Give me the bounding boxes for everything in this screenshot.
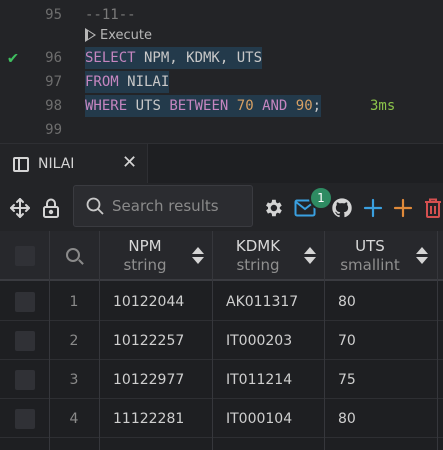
cell-npm[interactable]: 11122281 bbox=[113, 400, 184, 438]
line-number: 98 bbox=[45, 98, 62, 114]
code-token: 90 bbox=[295, 98, 313, 114]
column-divider bbox=[212, 231, 213, 450]
lock-icon[interactable] bbox=[40, 197, 62, 219]
cell-kdmk[interactable]: IT011214 bbox=[226, 361, 292, 399]
code-text: SELECT NPM, KDMK, UTS bbox=[85, 47, 263, 69]
add-row-icon[interactable] bbox=[362, 197, 384, 219]
add-column-icon[interactable] bbox=[392, 197, 414, 219]
column-header-npm[interactable]: NPM string bbox=[100, 231, 190, 281]
execute-codelens[interactable]: Execute bbox=[85, 26, 152, 44]
sort-icon[interactable] bbox=[191, 246, 205, 266]
column-name: KDMK bbox=[235, 237, 281, 255]
code-token: ; bbox=[312, 98, 322, 114]
cell-npm[interactable]: 10122257 bbox=[113, 322, 184, 360]
sql-editor[interactable]: 95 --11-- Execute ✔ 96 SELECT NPM, KDMK,… bbox=[0, 0, 443, 143]
code-token: 70 bbox=[236, 98, 254, 114]
editor-line-96[interactable]: ✔ 96 SELECT NPM, KDMK, UTS bbox=[0, 47, 443, 69]
check-icon: ✔ bbox=[7, 48, 19, 68]
cell-uts[interactable]: 80 bbox=[338, 400, 356, 438]
column-divider bbox=[49, 231, 50, 450]
notification-badge: 1 bbox=[309, 186, 333, 210]
search-results-box[interactable] bbox=[73, 185, 253, 227]
row-checkbox[interactable] bbox=[15, 370, 35, 390]
row-number: 3 bbox=[69, 372, 79, 388]
row-checkbox[interactable] bbox=[15, 292, 35, 312]
column-divider bbox=[99, 231, 100, 450]
cell-uts[interactable]: 70 bbox=[338, 322, 356, 360]
cell-kdmk[interactable]: AK011317 bbox=[226, 283, 298, 321]
github-icon[interactable] bbox=[331, 197, 353, 219]
move-icon[interactable] bbox=[9, 197, 31, 219]
editor-line-98[interactable]: 98 WHERE UTS BETWEEN 70 AND 90; 3ms bbox=[0, 95, 443, 117]
table-row[interactable]: 3 10122977 IT011214 75 bbox=[0, 361, 443, 399]
column-divider bbox=[437, 231, 438, 450]
search-input[interactable] bbox=[112, 197, 252, 215]
select-all-checkbox[interactable] bbox=[15, 246, 35, 266]
code-text: WHERE UTS BETWEEN 70 AND 90; bbox=[85, 95, 322, 117]
execute-label: Execute bbox=[100, 27, 152, 43]
column-header-kdmk[interactable]: KDMK string bbox=[213, 231, 303, 281]
row-number: 1 bbox=[69, 294, 79, 310]
cell-uts[interactable]: 80 bbox=[338, 283, 356, 321]
results-tab-bar: NILAI ✕ bbox=[0, 143, 443, 184]
row-checkbox[interactable] bbox=[15, 331, 35, 351]
search-icon[interactable] bbox=[66, 248, 80, 262]
editor-line-95[interactable]: 95 --11-- bbox=[0, 4, 443, 26]
code-token: NPM, KDMK, UTS bbox=[135, 50, 263, 66]
line-number: 97 bbox=[45, 74, 62, 90]
play-icon bbox=[85, 28, 96, 42]
code-token: WHERE bbox=[85, 98, 128, 114]
delete-icon[interactable] bbox=[423, 197, 443, 219]
search-icon bbox=[86, 197, 104, 215]
cell-kdmk[interactable]: IT000203 bbox=[226, 322, 292, 360]
line-number: 96 bbox=[45, 50, 62, 66]
results-toolbar bbox=[0, 183, 443, 231]
column-type: string bbox=[236, 256, 280, 274]
code-token: --11-- bbox=[85, 7, 136, 23]
sort-icon[interactable] bbox=[303, 246, 317, 266]
code-token: AND bbox=[262, 98, 288, 114]
code-token: FROM bbox=[85, 74, 119, 90]
row-number: 2 bbox=[69, 333, 79, 349]
code-token: NILAI bbox=[118, 74, 170, 90]
column-type: smallint bbox=[340, 256, 400, 274]
editor-line-97[interactable]: 97 FROM NILAI bbox=[0, 71, 443, 93]
cell-kdmk[interactable]: IT000104 bbox=[226, 400, 292, 438]
column-name: NPM bbox=[128, 237, 162, 255]
sort-icon[interactable] bbox=[415, 246, 429, 266]
line-number: 99 bbox=[45, 122, 62, 138]
cell-npm[interactable]: 10122044 bbox=[113, 283, 184, 321]
cell-npm[interactable]: 10122977 bbox=[113, 361, 184, 399]
code-token: BETWEEN bbox=[169, 98, 229, 114]
code-token: SELECT bbox=[85, 50, 136, 66]
panel-icon bbox=[13, 156, 29, 172]
code-text: FROM NILAI bbox=[85, 71, 170, 93]
tab-nilai[interactable]: NILAI ✕ bbox=[0, 144, 148, 184]
code-token: UTS bbox=[127, 98, 170, 114]
column-divider bbox=[324, 231, 325, 450]
code-text: --11-- bbox=[85, 4, 136, 26]
cell-uts[interactable]: 75 bbox=[338, 361, 356, 399]
grid-header: NPM string KDMK string UTS smallint bbox=[0, 231, 443, 281]
close-icon[interactable]: ✕ bbox=[122, 153, 137, 173]
table-row[interactable]: 1 10122044 AK011317 80 bbox=[0, 283, 443, 321]
row-number: 4 bbox=[69, 411, 79, 427]
gear-icon[interactable] bbox=[262, 197, 284, 219]
results-grid: NPM string KDMK string UTS smallint 1 10… bbox=[0, 231, 443, 450]
row-checkbox[interactable] bbox=[15, 409, 35, 429]
line-number: 95 bbox=[45, 7, 62, 23]
column-name: UTS bbox=[355, 237, 385, 255]
column-header-uts[interactable]: UTS smallint bbox=[325, 231, 415, 281]
column-type: string bbox=[123, 256, 167, 274]
editor-line-99[interactable]: 99 bbox=[0, 119, 443, 141]
table-row[interactable]: 4 11122281 IT000104 80 bbox=[0, 400, 443, 438]
tab-label: NILAI bbox=[38, 156, 75, 172]
table-row[interactable]: 2 10122257 IT000203 70 bbox=[0, 322, 443, 360]
query-timing: 3ms bbox=[370, 98, 396, 114]
